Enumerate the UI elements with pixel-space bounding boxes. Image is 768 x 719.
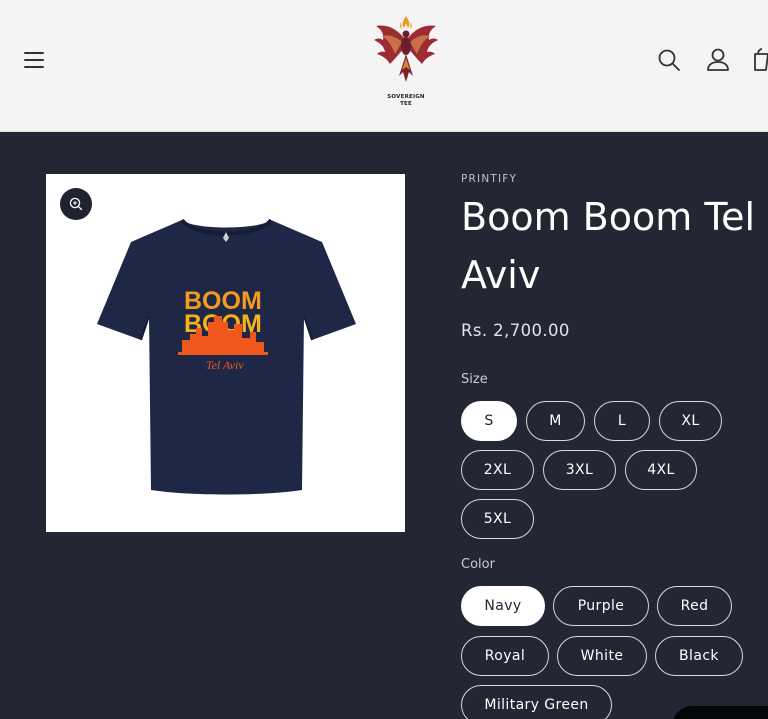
menu-icon[interactable] xyxy=(22,48,48,72)
color-option-royal[interactable]: Royal xyxy=(461,636,549,676)
size-option-m[interactable]: M xyxy=(526,401,585,441)
size-option-xl[interactable]: XL xyxy=(659,401,722,441)
product-title-line1: Boom Boom Tel xyxy=(461,195,756,239)
color-label: Color xyxy=(461,557,495,572)
product-image-frame[interactable]: BOOM BOOM Tel Aviv xyxy=(46,174,405,532)
cart-icon[interactable] xyxy=(752,46,768,74)
product-vendor: PRINTIFY xyxy=(461,173,518,185)
zoom-button[interactable] xyxy=(60,188,92,220)
color-option-purple[interactable]: Purple xyxy=(553,586,649,626)
shirt-text-line3: Tel Aviv xyxy=(206,358,244,372)
product-title-line2: Aviv xyxy=(461,253,541,297)
brand-wordmark: SOVEREIGN TEE xyxy=(368,94,444,108)
search-icon[interactable] xyxy=(656,46,682,74)
color-option-navy[interactable]: Navy xyxy=(461,586,545,626)
size-option-4xl[interactable]: 4XL xyxy=(625,450,697,490)
size-label: Size xyxy=(461,372,488,387)
zoom-icon xyxy=(69,197,83,211)
product-price: Rs. 2,700.00 xyxy=(461,321,570,340)
phoenix-logo-icon xyxy=(374,16,438,82)
account-icon[interactable] xyxy=(705,46,731,74)
brand-line-1: SOVEREIGN xyxy=(387,94,425,100)
color-option-red[interactable]: Red xyxy=(657,586,732,626)
product-title: Boom Boom Tel Aviv xyxy=(461,188,768,304)
size-option-s[interactable]: S xyxy=(461,401,517,441)
size-option-5xl[interactable]: 5XL xyxy=(461,499,534,539)
size-option-3xl[interactable]: 3XL xyxy=(543,450,616,490)
size-option-2xl[interactable]: 2XL xyxy=(461,450,534,490)
color-option-black[interactable]: Black xyxy=(655,636,743,676)
color-option-military-green[interactable]: Military Green xyxy=(461,685,612,719)
color-option-white[interactable]: White xyxy=(557,636,647,676)
chat-widget-button[interactable] xyxy=(672,706,768,719)
site-logo[interactable]: SOVEREIGN TEE xyxy=(368,12,444,112)
brand-line-2: TEE xyxy=(400,101,412,107)
tshirt-image: BOOM BOOM Tel Aviv xyxy=(97,218,356,495)
site-header: SOVEREIGN TEE xyxy=(0,0,768,132)
size-option-l[interactable]: L xyxy=(594,401,650,441)
